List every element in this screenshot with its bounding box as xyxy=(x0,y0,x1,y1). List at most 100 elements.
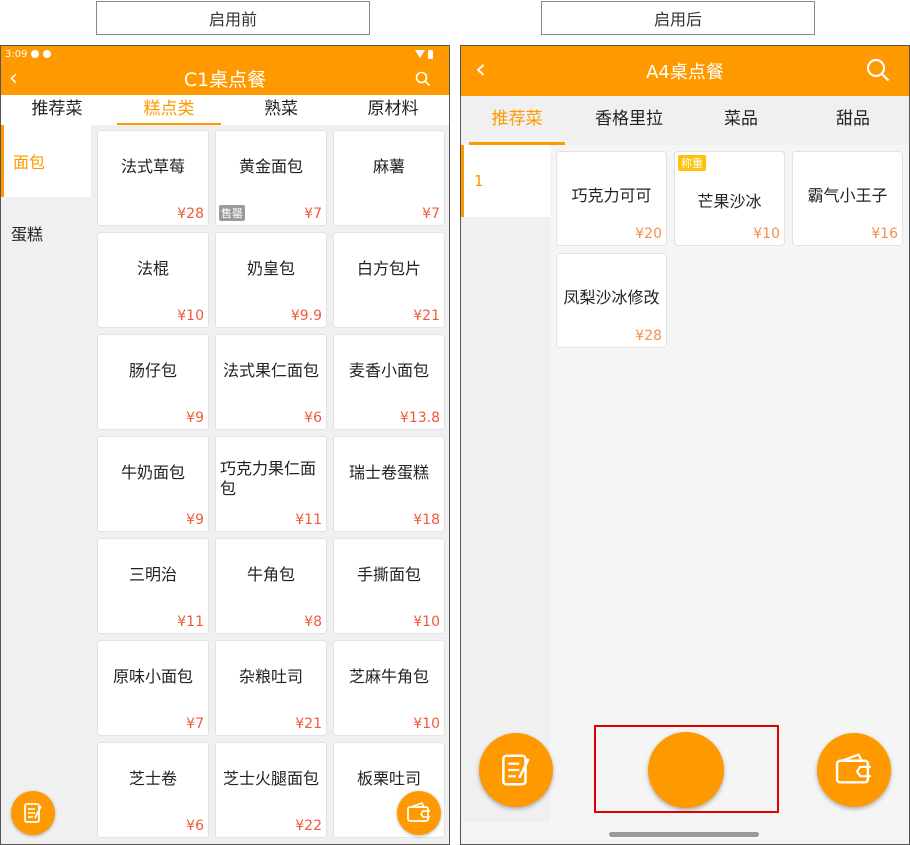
sidebar-item[interactable]: 1 xyxy=(461,145,550,217)
wallet-button[interactable] xyxy=(817,733,891,807)
product-name: 三明治 xyxy=(128,565,177,584)
product-price: ¥9 xyxy=(186,512,204,528)
product-card[interactable]: 奶皇包 ¥9.9 xyxy=(215,232,327,328)
product-card[interactable]: 麻薯 ¥7 xyxy=(333,130,445,226)
product-card[interactable]: 黄金面包 ¥7 售罄 xyxy=(215,130,327,226)
product-name: 凤梨沙冰修改 xyxy=(563,288,660,307)
product-card[interactable]: 杂粮吐司 ¥21 xyxy=(215,640,327,736)
order-list-button[interactable] xyxy=(11,791,55,835)
search-icon[interactable] xyxy=(865,57,891,88)
product-name: 板栗吐司 xyxy=(356,769,421,788)
product-price: ¥6 xyxy=(186,818,204,834)
sidebar-item[interactable]: 面包 xyxy=(1,125,91,197)
product-card[interactable]: 牛奶面包 ¥9 xyxy=(97,436,209,532)
product-card[interactable]: 法式果仁面包 ¥6 xyxy=(215,334,327,430)
product-price: ¥10 xyxy=(413,716,440,732)
tab-item[interactable]: 推荐菜 xyxy=(461,96,573,145)
product-name: 法式果仁面包 xyxy=(222,361,319,380)
sold-out-badge: 售罄 xyxy=(219,205,245,221)
product-card[interactable]: 芝士卷 ¥6 xyxy=(97,742,209,838)
weighed-badge: 称重 xyxy=(678,155,706,171)
product-name: 巧克力果仁面包 xyxy=(220,459,317,498)
product-name: 霸气小王子 xyxy=(807,186,888,205)
tab-item[interactable]: 熟菜 xyxy=(225,95,337,125)
notepad-icon xyxy=(24,803,42,823)
caption-before: 启用前 xyxy=(96,1,370,35)
search-icon[interactable] xyxy=(415,70,431,92)
battery-icon xyxy=(428,49,433,59)
product-price: ¥6 xyxy=(304,410,322,426)
tab-item[interactable]: 香格里拉 xyxy=(573,96,685,145)
product-name: 牛角包 xyxy=(246,565,295,584)
sidebar-item[interactable]: 蛋糕 xyxy=(1,197,91,269)
wifi-icon xyxy=(415,50,425,58)
product-card[interactable]: 手撕面包 ¥10 xyxy=(333,538,445,634)
product-price: ¥16 xyxy=(871,226,898,242)
tab-item[interactable]: 糕点类 xyxy=(113,95,225,125)
caption-after: 启用后 xyxy=(541,1,815,35)
category-tabs: 推荐菜 香格里拉 菜品 甜品 xyxy=(461,96,909,145)
product-card[interactable]: 芝麻牛角包 ¥10 xyxy=(333,640,445,736)
title-bar: ‹ C1桌点餐 xyxy=(1,62,449,95)
product-name: 白方包片 xyxy=(356,259,421,278)
product-price: ¥13.8 xyxy=(399,410,440,426)
product-card[interactable]: 芒果沙冰 ¥10 称重 xyxy=(674,151,785,246)
home-indicator[interactable] xyxy=(609,832,759,837)
product-price: ¥9.9 xyxy=(290,308,322,324)
category-tabs: 推荐菜 糕点类 熟菜 原材料 xyxy=(1,95,449,125)
product-name: 麦香小面包 xyxy=(348,361,429,380)
product-card[interactable]: 三明治 ¥11 xyxy=(97,538,209,634)
wallet-button[interactable] xyxy=(397,791,441,835)
product-price: ¥10 xyxy=(413,614,440,630)
wallet-icon xyxy=(835,753,871,784)
tab-item[interactable]: 甜品 xyxy=(797,96,909,145)
product-card[interactable]: 法棍 ¥10 xyxy=(97,232,209,328)
product-price: ¥10 xyxy=(753,226,780,242)
product-price: ¥7 xyxy=(186,716,204,732)
product-name: 法式草莓 xyxy=(120,157,185,176)
product-name: 芝士卷 xyxy=(128,769,177,788)
product-card[interactable]: 原味小面包 ¥7 xyxy=(97,640,209,736)
sidebar: 面包 蛋糕 xyxy=(1,125,91,844)
highlight-box xyxy=(594,725,779,813)
product-price: ¥21 xyxy=(413,308,440,324)
title-bar: ‹ A4桌点餐 xyxy=(461,46,909,96)
product-card[interactable]: 凤梨沙冰修改 ¥28 xyxy=(556,253,667,348)
product-card[interactable]: 肠仔包 ¥9 xyxy=(97,334,209,430)
product-price: ¥20 xyxy=(635,226,662,242)
back-icon[interactable]: ‹ xyxy=(475,52,486,85)
product-name: 杂粮吐司 xyxy=(238,667,303,686)
sidebar: 1 xyxy=(461,145,550,217)
product-price: ¥11 xyxy=(177,614,204,630)
product-name: 原味小面包 xyxy=(112,667,193,686)
product-price: ¥9 xyxy=(186,410,204,426)
product-card[interactable]: 霸气小王子 ¥16 xyxy=(792,151,903,246)
product-name: 肠仔包 xyxy=(128,361,177,380)
notification-icon xyxy=(31,50,40,58)
product-price: ¥8 xyxy=(304,614,322,630)
product-card[interactable]: 麦香小面包 ¥13.8 xyxy=(333,334,445,430)
order-list-button[interactable] xyxy=(479,733,553,807)
product-name: 芝麻牛角包 xyxy=(348,667,429,686)
product-name: 巧克力可可 xyxy=(571,186,652,205)
tab-item[interactable]: 原材料 xyxy=(337,95,449,125)
page-title: C1桌点餐 xyxy=(183,69,267,91)
tab-item[interactable]: 菜品 xyxy=(685,96,797,145)
back-icon[interactable]: ‹ xyxy=(9,66,18,91)
product-card[interactable]: 巧克力果仁面包 ¥11 xyxy=(215,436,327,532)
phone-after: ‹ A4桌点餐 推荐菜 香格里拉 菜品 甜品 1 巧克力可可 ¥20 芒果沙冰 ¥10 称重霸… xyxy=(460,45,910,845)
product-card[interactable]: 瑞士卷蛋糕 ¥18 xyxy=(333,436,445,532)
product-card[interactable]: 巧克力可可 ¥20 xyxy=(556,151,667,246)
product-name: 牛奶面包 xyxy=(120,463,185,482)
product-card[interactable]: 白方包片 ¥21 xyxy=(333,232,445,328)
product-price: ¥28 xyxy=(177,206,204,222)
product-card[interactable]: 法式草莓 ¥28 xyxy=(97,130,209,226)
product-card[interactable]: 芝士火腿面包 ¥22 xyxy=(215,742,327,838)
tab-item[interactable]: 推荐菜 xyxy=(1,95,113,125)
page-title: A4桌点餐 xyxy=(646,62,724,83)
product-price: ¥21 xyxy=(295,716,322,732)
product-name: 芝士火腿面包 xyxy=(222,769,319,788)
product-card[interactable]: 牛角包 ¥8 xyxy=(215,538,327,634)
product-name: 瑞士卷蛋糕 xyxy=(348,463,429,482)
phone-before: 3:09 ‹ C1桌点餐 推荐菜 糕点类 熟菜 原材料 面包 蛋糕 法式草莓 ¥28 黄金面… xyxy=(0,45,450,845)
